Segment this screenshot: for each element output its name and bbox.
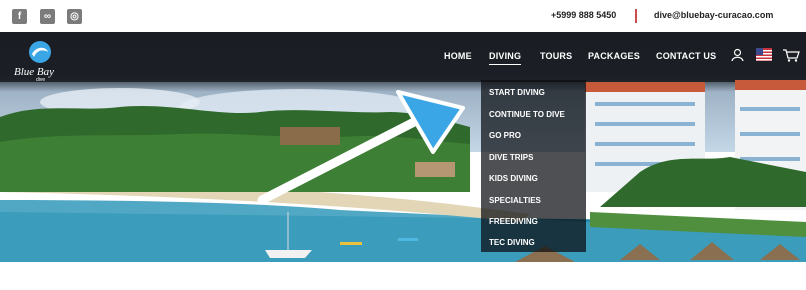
diving-dropdown-menu: START DIVING CONTINUE TO DIVE GO PRO DIV… xyxy=(481,80,586,252)
nav-contact-us[interactable]: CONTACT US xyxy=(656,51,716,61)
contact-separator xyxy=(635,9,637,23)
menu-item-continue-to-dive[interactable]: CONTINUE TO DIVE xyxy=(489,110,565,119)
us-flag-icon[interactable] xyxy=(756,48,772,61)
facebook-icon[interactable]: f xyxy=(12,9,27,24)
nav-packages[interactable]: PACKAGES xyxy=(588,51,640,61)
hero-image xyxy=(0,32,806,262)
instagram-icon[interactable]: ◎ xyxy=(67,9,82,24)
menu-item-specialties[interactable]: SPECIALTIES xyxy=(489,196,541,205)
logo-text: Blue Bay xyxy=(14,66,54,78)
menu-item-dive-trips[interactable]: DIVE TRIPS xyxy=(489,153,533,162)
phone-number[interactable]: +5999 888 5450 xyxy=(551,10,616,20)
menu-item-start-diving[interactable]: START DIVING xyxy=(489,88,545,97)
menu-item-go-pro[interactable]: GO PRO xyxy=(489,131,521,140)
top-utility-bar: f ∞ ◎ +5999 888 5450 dive@bluebay-curaca… xyxy=(0,0,806,32)
nav-home[interactable]: HOME xyxy=(444,51,472,61)
cart-icon[interactable] xyxy=(782,48,800,62)
email-address[interactable]: dive@bluebay-curacao.com xyxy=(654,10,773,20)
menu-item-tec-diving[interactable]: TEC DIVING xyxy=(489,238,535,247)
logo-subtext: dive xyxy=(36,77,45,82)
blue-bay-logo[interactable]: Blue Bay dive xyxy=(10,38,70,82)
menu-item-freediving[interactable]: FREEDIVING xyxy=(489,217,538,226)
menu-item-kids-diving[interactable]: KIDS DIVING xyxy=(489,174,538,183)
nav-tours[interactable]: TOURS xyxy=(540,51,572,61)
tripadvisor-icon[interactable]: ∞ xyxy=(40,9,55,24)
beach-scene xyxy=(0,80,806,262)
nav-diving[interactable]: DIVING xyxy=(489,51,522,65)
user-icon[interactable] xyxy=(731,48,744,62)
